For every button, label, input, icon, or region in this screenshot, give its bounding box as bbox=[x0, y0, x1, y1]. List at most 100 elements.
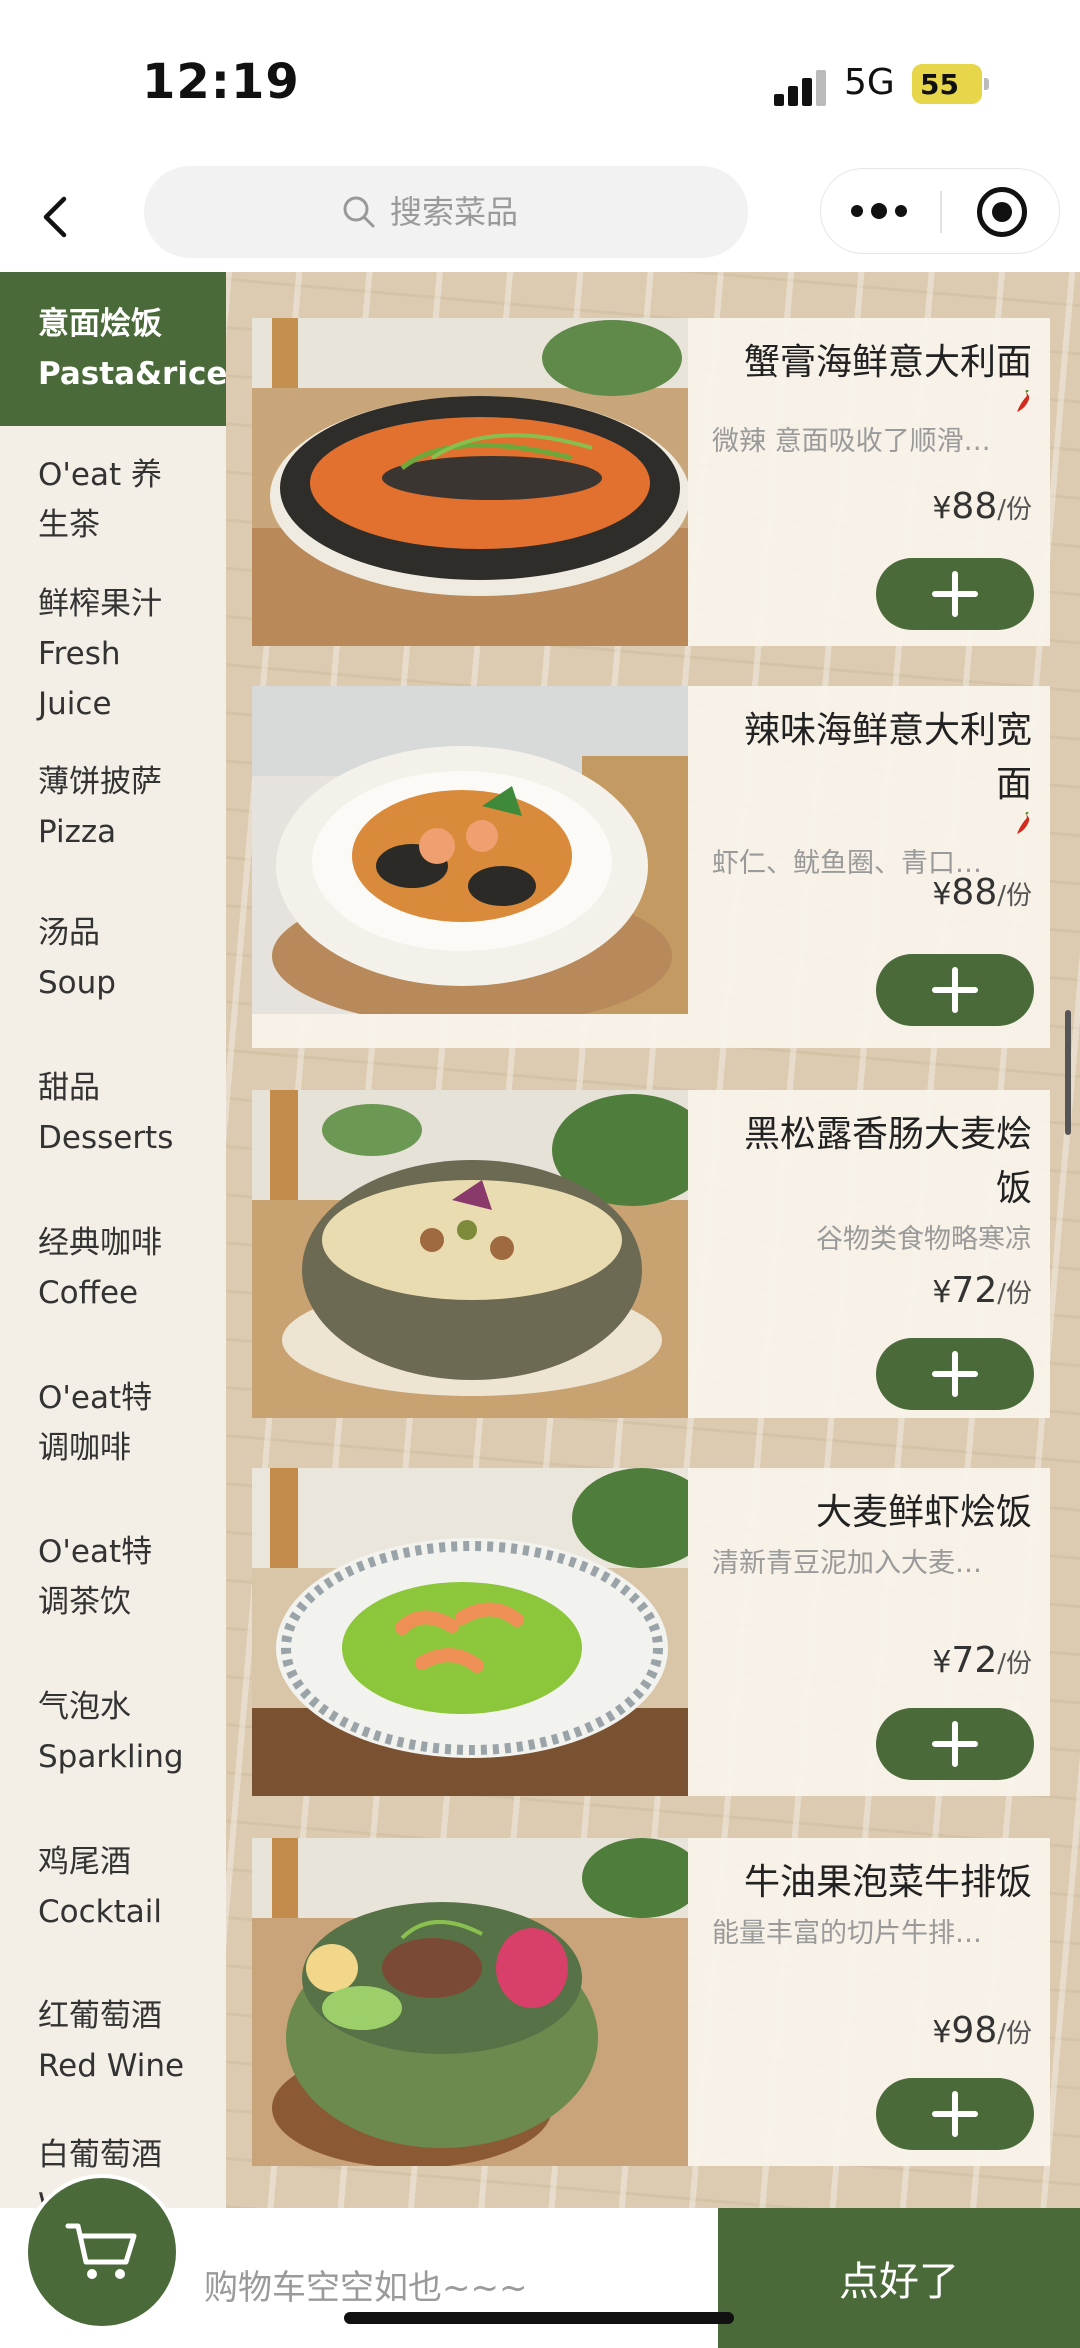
category-oeat-coffee[interactable]: O'eat特 调咖啡 bbox=[0, 1346, 226, 1500]
plus-icon bbox=[932, 1351, 978, 1397]
scrollbar[interactable] bbox=[1065, 1010, 1071, 1135]
dish-description: 能量丰富的切片牛排… bbox=[712, 1918, 982, 1949]
dish-photo-avocado-steak-bowl bbox=[252, 1838, 688, 2166]
category-sidebar: 意面烩饭 Pasta&rice O'eat 养 生茶 鲜榨果汁 Fresh Ju… bbox=[0, 272, 226, 2208]
price-value: 72 bbox=[951, 1270, 998, 1311]
category-label: 鸡尾酒 bbox=[38, 1844, 131, 1880]
category-label: 甜品 bbox=[38, 1070, 100, 1106]
dish-card: 牛油果泡菜牛排饭 能量丰富的切片牛排… ¥98/份 bbox=[252, 1838, 1050, 2166]
dish-name: 大麦鲜虾烩饭 bbox=[815, 1492, 1032, 1533]
network-label: 5G bbox=[844, 62, 895, 103]
category-label: 气泡水 bbox=[38, 1689, 131, 1725]
price-value: 72 bbox=[951, 1640, 998, 1681]
category-oeat-tea-drinks[interactable]: O'eat特 调茶饮 bbox=[0, 1500, 226, 1654]
category-pasta-rice[interactable]: 意面烩饭 Pasta&rice bbox=[0, 272, 226, 426]
category-label: 调茶饮 bbox=[38, 1584, 131, 1620]
plus-icon bbox=[932, 1721, 978, 1767]
dish-photo-truffle-risotto bbox=[252, 1090, 688, 1418]
dish-card: 黑松露香肠大麦烩饭 谷物类食物略寒凉 ¥72/份 bbox=[252, 1090, 1050, 1418]
category-label: O'eat特 bbox=[38, 1380, 153, 1416]
status-time: 12:19 bbox=[142, 54, 300, 110]
category-label: Sparkling bbox=[38, 1739, 184, 1775]
category-label: 汤品 bbox=[38, 915, 100, 951]
category-cocktail[interactable]: 鸡尾酒 Cocktail bbox=[0, 1810, 226, 1964]
currency-symbol: ¥ bbox=[932, 877, 952, 912]
price-unit: /份 bbox=[997, 1649, 1032, 1679]
plus-icon bbox=[932, 571, 978, 617]
close-target-icon[interactable] bbox=[977, 187, 1027, 237]
dish-list: 蟹膏海鲜意大利面 微辣 意面吸收了顺滑… ¥88/份 辣味海鲜意大利宽面 虾仁、… bbox=[226, 272, 1080, 2208]
battery-icon: 55 bbox=[912, 64, 989, 104]
category-label: Desserts bbox=[38, 1120, 174, 1156]
category-label: Pasta&rice bbox=[38, 356, 226, 392]
cart-button[interactable] bbox=[28, 2178, 176, 2326]
price-unit: /份 bbox=[997, 881, 1032, 911]
category-red-wine[interactable]: 红葡萄酒 Red Wine bbox=[0, 1964, 226, 2118]
currency-symbol: ¥ bbox=[932, 491, 952, 526]
cart-empty-text: 购物车空空如也~~~ bbox=[204, 2268, 528, 2308]
category-desserts[interactable]: 甜品 Desserts bbox=[0, 1036, 226, 1190]
category-label: 调咖啡 bbox=[38, 1430, 131, 1466]
dish-info: 蟹膏海鲜意大利面 微辣 意面吸收了顺滑… ¥88/份 bbox=[688, 318, 1050, 646]
checkout-button[interactable]: 点好了 bbox=[718, 2208, 1080, 2348]
category-label: O'eat特 bbox=[38, 1534, 153, 1570]
spicy-icon bbox=[1017, 390, 1030, 412]
dish-info: 辣味海鲜意大利宽面 虾仁、鱿鱼圈、青口… ¥88/份 bbox=[688, 686, 1050, 1048]
dish-info: 黑松露香肠大麦烩饭 谷物类食物略寒凉 ¥72/份 bbox=[688, 1090, 1050, 1418]
category-fresh-juice[interactable]: 鲜榨果汁 Fresh Juice bbox=[0, 574, 226, 734]
category-pizza[interactable]: 薄饼披萨 Pizza bbox=[0, 734, 226, 880]
dish-card: 蟹膏海鲜意大利面 微辣 意面吸收了顺滑… ¥88/份 bbox=[252, 318, 1050, 646]
dish-info: 牛油果泡菜牛排饭 能量丰富的切片牛排… ¥98/份 bbox=[688, 1838, 1050, 2166]
home-indicator bbox=[344, 2312, 734, 2324]
category-label: Fresh bbox=[38, 636, 121, 672]
search-input[interactable] bbox=[390, 193, 550, 231]
dish-price: ¥88/份 bbox=[932, 486, 1032, 527]
nav-bar bbox=[0, 160, 1080, 272]
category-label: O'eat 养 bbox=[38, 457, 162, 493]
dish-description: 微辣 意面吸收了顺滑… bbox=[712, 426, 991, 457]
plus-icon bbox=[932, 2091, 978, 2137]
add-to-cart-button[interactable] bbox=[876, 2078, 1034, 2150]
capsule-divider bbox=[940, 191, 942, 233]
dish-name: 牛油果泡菜牛排饭 bbox=[743, 1862, 1032, 1903]
category-label: Pizza bbox=[38, 814, 117, 850]
dish-photo-spicy-seafood-pasta bbox=[252, 686, 688, 1014]
dish-name: 辣味海鲜意大利宽面 bbox=[743, 710, 1032, 805]
category-label: Juice bbox=[38, 686, 112, 722]
category-coffee[interactable]: 经典咖啡 Coffee bbox=[0, 1190, 226, 1346]
battery-level: 55 bbox=[920, 67, 959, 101]
dish-photo-crab-pasta bbox=[252, 318, 688, 646]
add-to-cart-button[interactable] bbox=[876, 1708, 1034, 1780]
category-label: 生茶 bbox=[38, 507, 100, 543]
add-to-cart-button[interactable] bbox=[876, 1338, 1034, 1410]
category-label: 红葡萄酒 bbox=[38, 1998, 162, 2034]
dish-name: 蟹膏海鲜意大利面 bbox=[743, 342, 1032, 383]
dish-name: 黑松露香肠大麦烩饭 bbox=[743, 1114, 1032, 1209]
category-label: 薄饼披萨 bbox=[38, 764, 162, 800]
price-unit: /份 bbox=[997, 2019, 1032, 2049]
more-icon[interactable] bbox=[851, 199, 911, 223]
category-label: Coffee bbox=[38, 1275, 139, 1311]
category-label: 鲜榨果汁 bbox=[38, 586, 162, 622]
search-bar[interactable] bbox=[144, 166, 748, 258]
add-to-cart-button[interactable] bbox=[876, 954, 1034, 1026]
category-oeat-tea[interactable]: O'eat 养 生茶 bbox=[0, 426, 226, 574]
category-label: 意面烩饭 bbox=[38, 306, 162, 342]
dish-info: 大麦鲜虾烩饭 清新青豆泥加入大麦… ¥72/份 bbox=[688, 1468, 1050, 1796]
dish-price: ¥72/份 bbox=[932, 1640, 1032, 1681]
category-soup[interactable]: 汤品 Soup bbox=[0, 880, 226, 1036]
category-label: Cocktail bbox=[38, 1894, 162, 1930]
price-value: 88 bbox=[951, 486, 998, 527]
price-unit: /份 bbox=[997, 1279, 1032, 1309]
category-sparkling[interactable]: 气泡水 Sparkling bbox=[0, 1654, 226, 1810]
currency-symbol: ¥ bbox=[932, 2015, 952, 2050]
currency-symbol: ¥ bbox=[932, 1645, 952, 1680]
currency-symbol: ¥ bbox=[932, 1275, 952, 1310]
back-button[interactable] bbox=[24, 182, 84, 252]
mini-program-capsule bbox=[820, 168, 1060, 254]
add-to-cart-button[interactable] bbox=[876, 558, 1034, 630]
dish-description: 谷物类食物略寒凉 bbox=[816, 1224, 1032, 1255]
dish-description: 清新青豆泥加入大麦… bbox=[712, 1548, 982, 1579]
category-label: 白葡萄酒 bbox=[38, 2137, 162, 2173]
dish-photo-shrimp-risotto bbox=[252, 1468, 688, 1796]
